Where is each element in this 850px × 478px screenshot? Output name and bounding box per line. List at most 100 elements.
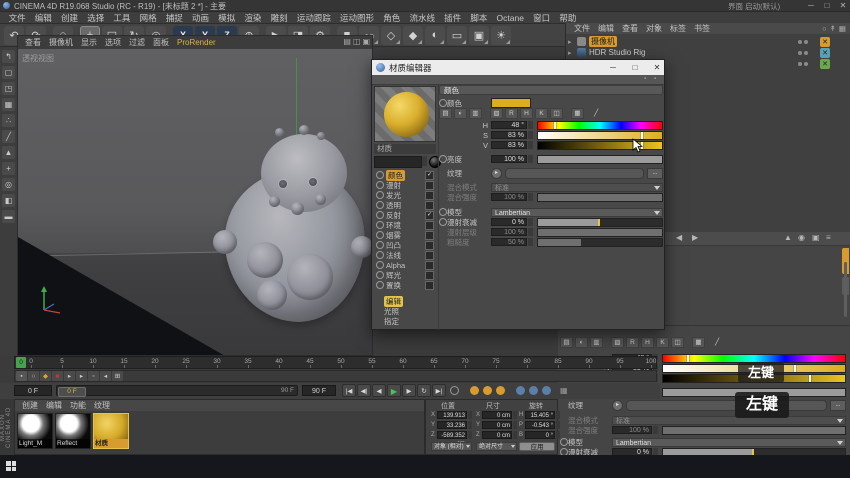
menu-item-6[interactable]: 捕捉 <box>161 12 187 24</box>
param-slider[interactable] <box>662 448 846 456</box>
texture-expand-button[interactable]: ▸ <box>612 400 623 411</box>
record-icon[interactable]: ■ <box>52 371 63 381</box>
coord-value-field[interactable]: 15.405 ° <box>525 411 555 419</box>
stepper[interactable] <box>513 421 517 429</box>
frame-start-field[interactable]: 0 F <box>14 385 52 396</box>
material-menu-item-2[interactable]: 功能 <box>66 400 90 411</box>
stepper[interactable] <box>528 121 533 129</box>
record-scale-icon[interactable] <box>483 386 492 395</box>
dialog-titlebar[interactable]: 材质编辑器 ─ □ ✕ <box>372 60 664 75</box>
expand-arrow-icon[interactable]: ▸ <box>568 49 574 57</box>
color-wheel-icon[interactable]: ◐ <box>575 337 588 348</box>
animation-circle-icon[interactable] <box>439 155 447 163</box>
page-编辑[interactable]: 编辑 <box>374 296 436 306</box>
param-slider[interactable] <box>537 131 663 140</box>
animation-circle-icon[interactable] <box>376 231 384 239</box>
param-slider[interactable] <box>537 238 663 247</box>
target-tag-icon[interactable]: ✕ <box>820 37 830 47</box>
param-value-field[interactable]: 48 ° <box>491 121 527 129</box>
material-thumbnail-2[interactable]: 材质 <box>93 413 129 449</box>
record-rotation-icon[interactable] <box>496 386 505 395</box>
view-split-icon[interactable]: ◫ <box>353 37 361 46</box>
object-tree-item-0[interactable]: ▸摄像机✕ <box>568 36 849 47</box>
viewport-menu-prorender[interactable]: ProRender <box>173 38 220 47</box>
channel-checkbox[interactable] <box>425 181 434 190</box>
circle-key-icon[interactable]: ○ <box>28 371 39 381</box>
timeline-playhead[interactable]: 0 <box>16 357 26 368</box>
om-menu-item-0[interactable]: 文件 <box>570 23 594 34</box>
param-slider[interactable] <box>537 228 663 237</box>
animation-circle-icon[interactable] <box>439 208 447 216</box>
param-slider[interactable] <box>662 426 846 435</box>
channel-checkbox[interactable] <box>425 191 434 200</box>
slider-handle[interactable] <box>794 365 796 372</box>
animation-circle-icon[interactable] <box>376 171 384 179</box>
param-value-field[interactable]: 100 % <box>491 155 527 163</box>
goto-end-button[interactable]: ▶| <box>432 384 446 397</box>
param-slider[interactable] <box>537 193 663 202</box>
menu-item-17[interactable]: Octane <box>492 13 529 23</box>
editor-visibility-dot[interactable] <box>798 51 802 55</box>
creature-model[interactable] <box>213 132 373 332</box>
menu-item-2[interactable]: 创建 <box>56 12 82 24</box>
dialog-close-button[interactable]: ✕ <box>648 60 666 75</box>
generators-icon[interactable]: ◇ <box>381 26 401 45</box>
animation-circle-icon[interactable] <box>376 241 384 249</box>
texture-browse-button[interactable]: ... <box>830 400 846 411</box>
channel-checkbox[interactable] <box>425 281 434 290</box>
snap-icon[interactable]: ◧ <box>2 194 15 207</box>
editor-visibility-dot[interactable] <box>798 40 802 44</box>
channel-11[interactable]: 置换 <box>374 280 436 290</box>
menu-item-5[interactable]: 网格 <box>135 12 161 24</box>
material-menu-item-3[interactable]: 纹理 <box>90 400 114 411</box>
view-menu-icon[interactable]: ▤ <box>343 37 351 46</box>
stepper[interactable] <box>528 228 533 236</box>
deformers-icon[interactable]: ◆ <box>403 26 423 45</box>
om-menu-item-1[interactable]: 编辑 <box>594 23 618 34</box>
stepper[interactable] <box>528 131 533 139</box>
record-position-icon[interactable] <box>470 386 479 395</box>
animation-circle-icon[interactable] <box>376 261 384 269</box>
menu-item-10[interactable]: 雕刻 <box>266 12 292 24</box>
lock-icon[interactable]: ▪ <box>644 76 646 82</box>
channel-8[interactable]: 法线 <box>374 250 436 260</box>
animation-circle-icon[interactable] <box>376 281 384 289</box>
spectrum-icon[interactable]: ▥ <box>469 108 482 119</box>
color-swatch[interactable] <box>491 98 531 108</box>
visibility-dots[interactable] <box>798 62 808 66</box>
menu-item-7[interactable]: 动画 <box>187 12 213 24</box>
stepper[interactable] <box>528 155 533 163</box>
channel-2[interactable]: 发光 <box>374 190 436 200</box>
menu-icon[interactable]: ≡ <box>826 233 831 242</box>
frame-slider[interactable]: 0 F 90 F <box>56 385 298 396</box>
swatches-icon[interactable]: ▦ <box>692 337 705 348</box>
render-visibility-dot[interactable] <box>804 51 808 55</box>
frame-end-field[interactable]: 90 F <box>302 385 336 396</box>
expand-arrow-icon[interactable]: ▸ <box>568 38 574 46</box>
spectrum-icon[interactable]: ▥ <box>590 337 603 348</box>
animation-circle-icon[interactable] <box>560 438 568 446</box>
stepper[interactable] <box>528 238 533 246</box>
menu-item-9[interactable]: 渲染 <box>240 12 266 24</box>
channel-9[interactable]: Alpha <box>374 260 436 270</box>
stepper[interactable] <box>468 431 472 439</box>
enable-axis-icon[interactable]: + <box>2 162 15 175</box>
om-menu-item-2[interactable]: 查看 <box>618 23 642 34</box>
color-wheel-icon[interactable]: ◐ <box>454 108 467 119</box>
path-icon[interactable]: ↟ <box>830 24 836 33</box>
om-menu-item-4[interactable]: 标签 <box>666 23 690 34</box>
snapshot-grid-icon[interactable]: ▦ <box>560 386 570 396</box>
texture-field[interactable] <box>505 168 644 179</box>
channel-checkbox[interactable] <box>425 221 434 230</box>
menu-item-13[interactable]: 角色 <box>379 12 405 24</box>
environment-icon[interactable]: ◐ <box>425 26 445 45</box>
param-slider[interactable] <box>537 155 663 164</box>
menu-item-19[interactable]: 帮助 <box>555 12 581 24</box>
mode-icon[interactable]: ▲ <box>784 233 792 242</box>
menu-item-18[interactable]: 窗口 <box>529 12 555 24</box>
autokey-icon[interactable] <box>450 386 459 395</box>
animation-circle-icon[interactable] <box>560 448 568 455</box>
animation-circle-icon[interactable] <box>376 181 384 189</box>
kelvin-mode-icon[interactable]: K <box>656 337 669 348</box>
animation-circle-icon[interactable] <box>439 99 447 107</box>
